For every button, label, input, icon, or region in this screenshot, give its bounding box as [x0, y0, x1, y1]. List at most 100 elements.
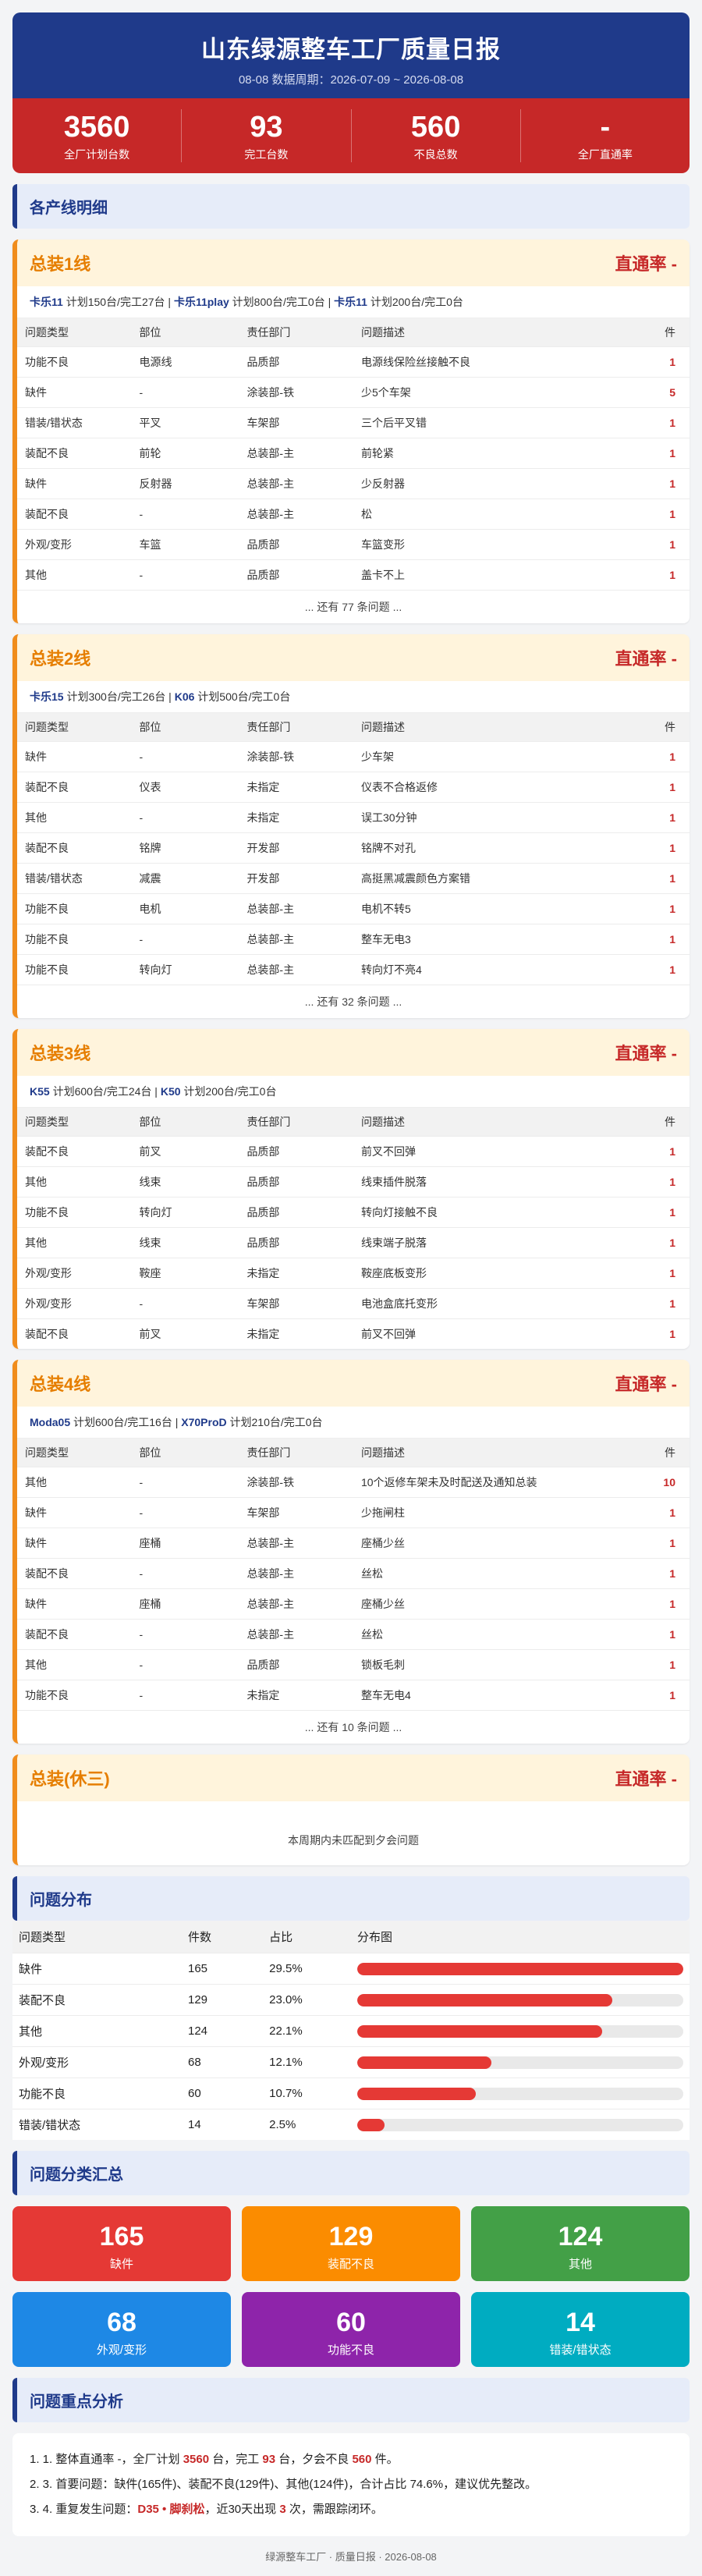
- issue-row: 错装/错状态 平叉 车架部 三个后平叉错 1: [17, 407, 690, 438]
- product-plan: 计划300台/完工26台: [63, 690, 166, 703]
- card-value: 124: [558, 2222, 603, 2251]
- dist-type: 功能不良: [12, 2077, 182, 2109]
- issue-row: 装配不良 - 总装部-主松 1: [17, 499, 690, 530]
- kpi-bar: 3560 全厂计划台数 93 完工台数 560 不良总数 - 全厂直通率: [12, 98, 690, 173]
- dist-bar-cell: [350, 2109, 690, 2140]
- dist-type: 外观/变形: [12, 2046, 182, 2078]
- issue-cell: 误工30分钟: [353, 802, 620, 833]
- issue-cell: 装配不良: [17, 499, 132, 530]
- dist-pct: 23.0%: [263, 1984, 351, 2016]
- issue-row: 功能不良 转向灯 总装部-主 转向灯不亮4 1: [17, 954, 690, 985]
- issue-cell: 反射器: [131, 468, 239, 499]
- issue-cell: 线束: [131, 1166, 239, 1198]
- product-plan: 计划600台/完工24台: [49, 1085, 152, 1098]
- issue-cell: 装配不良: [17, 832, 132, 864]
- issue-cell: -: [131, 499, 239, 530]
- product-model: K50: [160, 1085, 181, 1098]
- issue-cell: 未指定: [239, 1258, 353, 1289]
- issue-cell: 1: [639, 1497, 690, 1528]
- issue-cell: 1: [639, 1528, 690, 1559]
- product-plan: 计划600台/完工16台: [70, 1416, 172, 1428]
- issue-cell: 整车无电3: [353, 924, 620, 955]
- issue-col-part: 部位: [131, 1439, 239, 1467]
- issue-cell: 1: [601, 1166, 690, 1198]
- dist-col-header: 占比: [263, 1921, 351, 1953]
- analysis-item: 3. 4. 重复发生问题：D35 • 脚刹松，近30天出现 3 次，需跟踪闭环。: [30, 2497, 672, 2522]
- issue-row: 缺件 反射器 总装部-主 少反射器 1: [17, 468, 690, 499]
- issue-cell: 1: [619, 772, 690, 803]
- issue-col-count: 件: [601, 1108, 690, 1137]
- issue-cell: 少车架: [353, 741, 620, 772]
- issue-cell: 转向灯: [131, 1197, 239, 1228]
- issue-cell: 总装部-主: [239, 468, 353, 499]
- issue-row: 错装/错状态 减震 开发部 高挺黑减震颜色方案错 1: [17, 863, 690, 894]
- issue-cell: 功能不良: [17, 924, 132, 955]
- issue-cell: 缺件: [17, 1497, 132, 1528]
- card-label: 其他: [568, 2258, 592, 2271]
- issue-cell: 外观/变形: [17, 1288, 132, 1319]
- issue-row: 缺件 - 涂装部-铁 少5个车架 5: [17, 377, 690, 408]
- issue-col-dept: 责任部门: [239, 1108, 353, 1137]
- section-title-analysis: 问题重点分析: [12, 2378, 690, 2422]
- issue-cell: 其他: [17, 1467, 132, 1498]
- issue-cell: 锁板毛刺: [353, 1649, 640, 1680]
- dist-bar-cell: [350, 2077, 690, 2109]
- issue-cell: 1: [619, 529, 690, 560]
- issue-row: 缺件 - 车架部 少拖闸柱 1: [17, 1497, 690, 1528]
- issue-cell: 1: [619, 924, 690, 955]
- dist-row: 缺件 165 29.5%: [12, 1953, 690, 1985]
- issue-cell: -: [131, 924, 239, 955]
- analysis-highlight: 3: [279, 2503, 286, 2516]
- line-header: 总装2线 直通率 -: [17, 634, 690, 681]
- section-title-lines: 各产线明细: [12, 184, 690, 229]
- card-label: 错装/错状态: [549, 2344, 612, 2357]
- issue-cell: -: [131, 1680, 239, 1710]
- issue-cell: 前叉不回弹: [353, 1318, 601, 1349]
- issue-cell: 1: [619, 346, 690, 378]
- section-title-distribution: 问题分布: [12, 1876, 690, 1921]
- issue-row: 其他 线束 品质部 线束插件脱落 1: [17, 1166, 690, 1198]
- issue-cell: 1: [619, 741, 690, 772]
- issue-cell: 仪表不合格返修: [353, 772, 620, 803]
- summary-cards: 165 缺件 129 装配不良 124 其他 68 外观/变形 60 功能不良 14 错装/错状态: [12, 2206, 690, 2367]
- dist-type: 错装/错状态: [12, 2109, 182, 2140]
- issue-col-part: 部位: [131, 318, 239, 347]
- issue-cell: 1: [601, 1136, 690, 1167]
- issue-cell: 其他: [17, 802, 132, 833]
- dist-count: 165: [182, 1953, 264, 1985]
- issue-cell: 车架部: [239, 1288, 353, 1319]
- issue-cell: 1: [639, 1588, 690, 1620]
- line-card: 总装2线 直通率 - 卡乐15 计划300台/完工26台 | K06 计划500台/…: [12, 634, 690, 1018]
- dist-col-header: 件数: [182, 1921, 264, 1953]
- issue-cell: -: [131, 1558, 239, 1589]
- dist-bar-fill: [356, 2056, 492, 2069]
- issue-cell: -: [131, 802, 239, 833]
- analysis-highlight: 3560: [183, 2453, 210, 2466]
- card-value: 68: [107, 2308, 136, 2337]
- line-card: 总装4线 直通率 - Moda05 计划600台/完工16台 | X70ProD 计…: [12, 1360, 690, 1744]
- footer: 绿源整车工厂 · 质量日报 · 2026-08-08: [265, 2551, 437, 2563]
- issue-cell: 缺件: [17, 741, 132, 772]
- distribution-table: 问题类型 件数 占比 分布图 缺件 165 29.5% 装配不良 129 23.0% 其他 124 2…: [12, 1921, 690, 2140]
- issue-cell: 前叉: [131, 1136, 239, 1167]
- issue-cell: 1: [601, 1318, 690, 1349]
- issue-cell: 转向灯接触不良: [353, 1197, 601, 1228]
- issue-cell: 前轮紧: [353, 438, 620, 469]
- issue-cell: 缺件: [17, 468, 132, 499]
- issue-cell: 开发部: [239, 832, 353, 864]
- analysis-text: 台，夕会不良: [275, 2453, 353, 2466]
- issue-cell: 鞍座: [131, 1258, 239, 1289]
- issue-cell: 品质部: [239, 1227, 353, 1258]
- analysis-item: 2. 3. 首要问题：缺件(165件)、装配不良(129件)、其他(124件)，…: [30, 2472, 672, 2497]
- line-list: 总装1线 直通率 - 卡乐11 计划150台/完工27台 | 卡乐11play 计划…: [12, 240, 690, 1865]
- issue-cell: 平叉: [131, 407, 239, 438]
- line-header: 总装(休三) 直通率 -: [17, 1755, 690, 1801]
- issue-cell: 1: [619, 954, 690, 985]
- product-model: 卡乐11play: [173, 296, 229, 308]
- line-products: K55 计划600台/完工24台 | K50 计划200台/完工0台: [17, 1076, 690, 1108]
- issue-col-dept: 责任部门: [239, 713, 353, 742]
- line-name: 总装1线: [30, 254, 91, 274]
- issue-cell: 1: [619, 802, 690, 833]
- issue-cell: 铭牌不对孔: [353, 832, 620, 864]
- issue-row: 装配不良 前叉 未指定 前叉不回弹 1: [17, 1318, 690, 1349]
